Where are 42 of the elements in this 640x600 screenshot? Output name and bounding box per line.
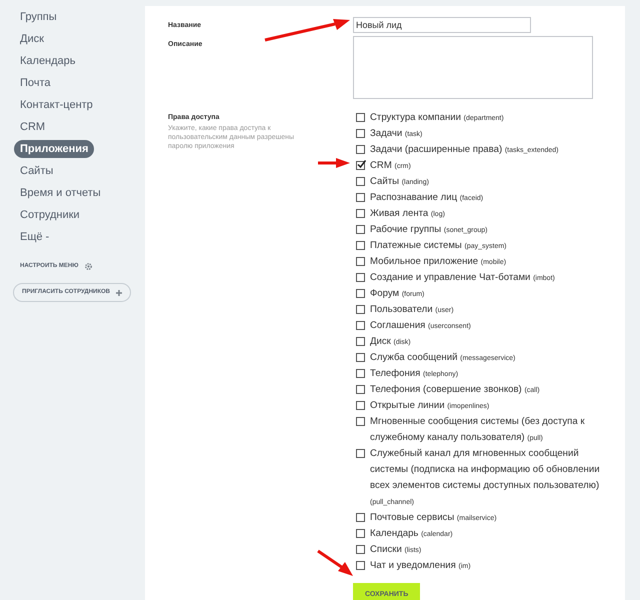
checkbox[interactable] [356,449,365,458]
checkbox[interactable] [356,513,365,522]
name-field[interactable]: Новый лид [353,17,531,33]
checkbox[interactable] [356,385,365,394]
description-field[interactable] [353,36,593,99]
checkbox[interactable] [356,529,365,538]
sidebar-item[interactable]: Сотрудники [14,206,86,224]
checkbox[interactable] [356,209,365,218]
checkbox[interactable] [356,273,365,282]
checkbox[interactable] [356,193,365,202]
sidebar-item[interactable]: Сайты [14,162,60,180]
sidebar-item[interactable]: Почта [14,74,57,92]
checkbox[interactable] [356,177,365,186]
checkbox[interactable] [356,241,365,250]
sidebar-item[interactable]: Время и отчеты [14,184,107,202]
checkbox[interactable] [356,257,365,266]
checkbox[interactable] [356,129,365,138]
checkbox[interactable] [356,337,365,346]
plus-icon [116,290,122,296]
sidebar-item[interactable]: Ещё - [14,228,56,246]
checkbox[interactable] [356,145,365,154]
sidebar-item[interactable]: Приложения [14,140,94,158]
annotation-arrow [316,157,351,169]
annotation-arrow [315,548,355,578]
checkbox[interactable] [356,353,365,362]
settings-icon[interactable] [84,262,94,271]
sidebar-item[interactable]: CRM [14,118,52,136]
checkbox[interactable] [356,305,365,314]
checkbox[interactable] [356,561,365,570]
sidebar-item[interactable]: Диск [14,30,50,48]
checkbox[interactable] [356,113,365,122]
checkbox[interactable] [356,161,365,170]
checkbox[interactable] [356,545,365,554]
sidebar-item[interactable]: Группы [14,8,63,26]
sidebar-item[interactable]: Контакт-центр [14,96,99,114]
checkbox[interactable] [356,417,365,426]
sidebar-item[interactable]: Календарь [14,52,82,70]
checkbox[interactable] [356,225,365,234]
checkbox[interactable] [356,369,365,378]
checkbox[interactable] [356,321,365,330]
checkbox[interactable] [356,401,365,410]
checkbox[interactable] [356,289,365,298]
